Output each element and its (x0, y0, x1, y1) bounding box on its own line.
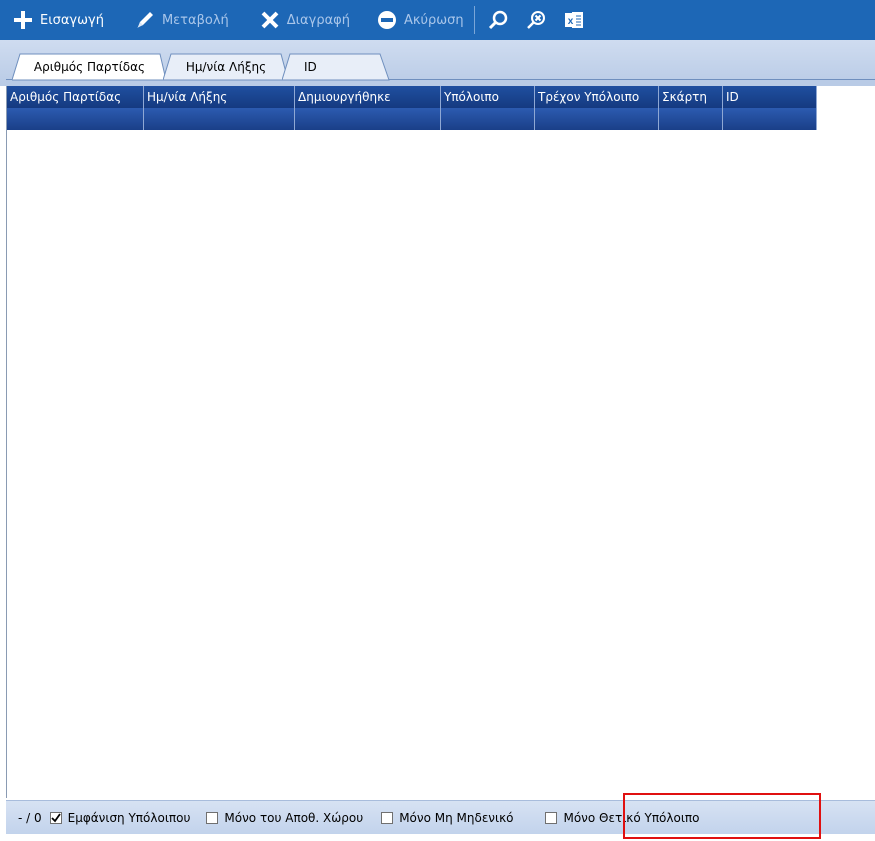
show-balance-label: Εμφάνιση Υπόλοιπου (67, 810, 191, 825)
data-grid: Αριθμός Παρτίδας Ημ/νία Λήξης Δημιουργήθ… (6, 86, 875, 798)
show-balance-checkbox[interactable]: Εμφάνιση Υπόλοιπου (49, 810, 191, 825)
warehouse-only-label: Μόνο του Αποθ. Χώρου (224, 810, 364, 825)
minus-circle-icon (376, 9, 398, 31)
x-icon (259, 9, 281, 31)
tab-strip: Αριθμός Παρτίδας Ημ/νία Λήξης ID (0, 40, 875, 86)
tab-id[interactable]: ID (282, 53, 390, 81)
delete-label: Διαγραφή (286, 12, 350, 28)
table-cell (441, 108, 535, 130)
edit-button[interactable]: Μεταβολή (134, 0, 229, 40)
checkbox-icon (206, 811, 219, 824)
pencil-icon (134, 9, 156, 31)
tab-batch-number-label: Αριθμός Παρτίδας (33, 59, 146, 74)
checkbox-icon (545, 811, 558, 824)
highlight-box (623, 793, 821, 839)
tab-id-label: ID (304, 59, 317, 74)
column-header-current-balance[interactable]: Τρέχον Υπόλοιπο (535, 86, 659, 108)
column-header-balance[interactable]: Υπόλοιπο (441, 86, 535, 108)
delete-button[interactable]: Διαγραφή (259, 0, 350, 40)
search-icon (487, 9, 509, 31)
checkbox-checked-icon (49, 811, 62, 824)
non-zero-only-checkbox[interactable]: Μόνο Μη Μηδενικό (381, 811, 513, 825)
checkbox-icon (381, 811, 394, 824)
insert-button[interactable]: Εισαγωγή (12, 0, 104, 40)
column-header-id[interactable]: ID (723, 86, 817, 108)
excel-icon: x (563, 9, 585, 31)
tab-expiry-date-label: Ημ/νία Λήξης (185, 59, 267, 74)
column-header-expiry-date[interactable]: Ημ/νία Λήξης (144, 86, 295, 108)
toolbar: Εισαγωγή Μεταβολή Διαγραφή Ακύρωση x (0, 0, 875, 40)
table-cell (723, 108, 817, 130)
grid-header: Αριθμός Παρτίδας Ημ/νία Λήξης Δημιουργήθ… (7, 86, 817, 108)
clear-search-icon (525, 9, 547, 31)
plus-icon (12, 9, 34, 31)
non-zero-only-label: Μόνο Μη Μηδενικό (399, 810, 514, 825)
warehouse-only-checkbox[interactable]: Μόνο του Αποθ. Χώρου (206, 811, 363, 825)
table-cell (7, 108, 144, 130)
edit-label: Μεταβολή (161, 12, 229, 28)
column-header-batch-number[interactable]: Αριθμός Παρτίδας (7, 86, 144, 108)
clear-search-button[interactable] (525, 0, 547, 40)
insert-label: Εισαγωγή (40, 12, 104, 28)
table-cell (659, 108, 723, 130)
table-row[interactable] (7, 108, 817, 130)
cancel-label: Ακύρωση (403, 12, 464, 28)
tab-batch-number[interactable]: Αριθμός Παρτίδας (12, 53, 167, 81)
column-header-defective[interactable]: Σκάρτη (659, 86, 723, 108)
svg-text:x: x (567, 16, 573, 27)
table-cell (295, 108, 441, 130)
table-cell (535, 108, 659, 130)
tab-expiry-date[interactable]: Ημ/νία Λήξης (163, 53, 289, 81)
table-cell (144, 108, 295, 130)
record-count: - / 0 (18, 810, 42, 825)
search-button[interactable] (487, 0, 509, 40)
cancel-button[interactable]: Ακύρωση (376, 0, 464, 40)
column-header-created[interactable]: Δημιουργήθηκε (295, 86, 441, 108)
toolbar-separator (473, 6, 475, 34)
excel-export-button[interactable]: x (563, 0, 585, 40)
